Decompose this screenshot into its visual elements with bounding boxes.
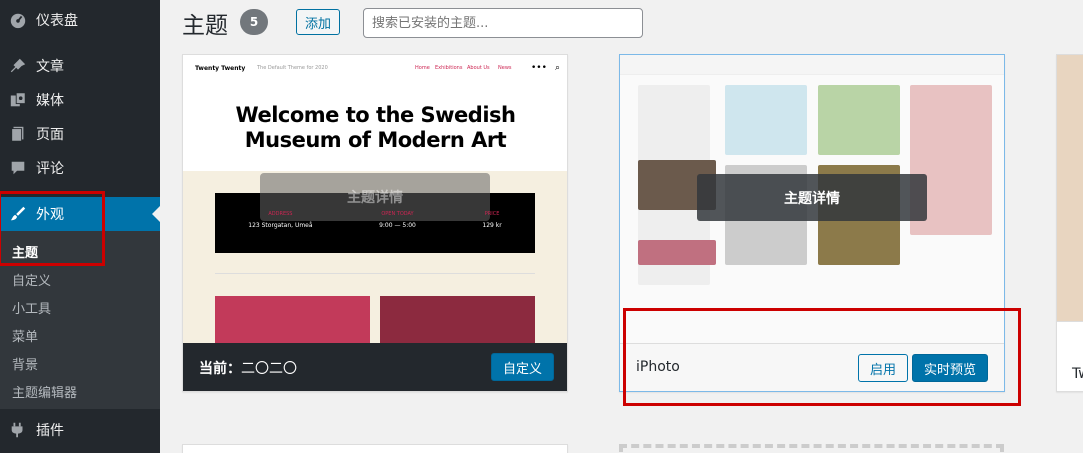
- active-arrow: [152, 206, 160, 222]
- comment-icon: [0, 159, 36, 177]
- search-themes-input[interactable]: [363, 8, 643, 38]
- submenu-item-customize[interactable]: 自定义: [12, 265, 51, 293]
- sidebar-item-label: 插件: [36, 423, 64, 439]
- pin-icon: [0, 57, 36, 75]
- plugin-icon: [0, 421, 36, 439]
- preview-col-label: PRICE: [484, 211, 500, 217]
- preview-image-2: [380, 296, 535, 343]
- preview-nav-home: Home: [415, 65, 430, 71]
- theme-card-partial[interactable]: Tw: [1056, 54, 1083, 392]
- menu-dots-icon: •••: [531, 63, 547, 73]
- media-icon: [0, 91, 36, 109]
- preview-hero: Welcome to the Swedish Museum of Modern …: [183, 103, 567, 153]
- theme-screenshot: 主题详情: [620, 55, 1004, 343]
- preview-nav-about: About Us: [467, 65, 490, 71]
- sidebar-item-pages[interactable]: 页面: [0, 117, 160, 151]
- sidebar-item-label: 仪表盘: [36, 13, 78, 29]
- preview-hero-line2: Museum of Modern Art: [244, 128, 507, 152]
- preview-col-value: 129 kr: [482, 222, 502, 229]
- preview-col-label: ADDRESS: [268, 211, 293, 217]
- preview-thumbnail: [725, 85, 807, 155]
- submenu-item-theme-editor[interactable]: 主题编辑器: [12, 377, 77, 405]
- sidebar-item-label: 文章: [36, 59, 64, 75]
- theme-name: Tw: [1072, 366, 1083, 382]
- highlight-box-iphoto-actions: [623, 308, 1021, 406]
- sidebar-item-dashboard[interactable]: 仪表盘: [0, 3, 160, 37]
- preview-thumbnail: [638, 240, 716, 265]
- submenu-item-menus[interactable]: 菜单: [12, 321, 38, 349]
- sidebar-item-plugins[interactable]: 插件: [0, 413, 160, 447]
- preview-header: Twenty Twenty The Default Theme for 2020…: [195, 63, 561, 79]
- submenu-item-background[interactable]: 背景: [12, 349, 38, 377]
- theme-screenshot: [1057, 55, 1083, 321]
- current-theme-name: 二〇二〇: [241, 361, 297, 377]
- preview-site-title: Twenty Twenty: [195, 65, 246, 72]
- add-theme-button[interactable]: 添加: [296, 9, 341, 35]
- theme-card-active[interactable]: Twenty Twenty The Default Theme for 2020…: [182, 54, 568, 392]
- sidebar-item-posts[interactable]: 文章: [0, 49, 160, 83]
- theme-card-next[interactable]: [182, 444, 568, 453]
- preview-tagline: The Default Theme for 2020: [257, 65, 328, 71]
- submenu-item-widgets[interactable]: 小工具: [12, 293, 51, 321]
- preview-nav-news: News: [498, 65, 512, 71]
- preview-image-1: [215, 296, 370, 343]
- sidebar-item-label: 页面: [36, 127, 64, 143]
- preview-thumbnail: [818, 85, 900, 155]
- preview-col-value: 123 Storgatan, Umeå: [248, 222, 313, 229]
- theme-name: 当前：二〇二〇: [199, 358, 297, 378]
- sidebar-item-label: 媒体: [36, 93, 64, 109]
- add-new-theme-card[interactable]: [619, 444, 1004, 453]
- page-title: 主题: [182, 13, 228, 39]
- theme-count-badge: 5: [240, 9, 268, 35]
- preview-col-value: 9:00 — 5:00: [379, 222, 416, 229]
- preview-topbar: [620, 55, 1004, 75]
- sidebar-item-comments[interactable]: 评论: [0, 151, 160, 185]
- current-prefix: 当前：: [199, 361, 241, 377]
- preview-nav-exhibitions: Exhibitions: [435, 65, 463, 71]
- dashboard-icon: [0, 11, 36, 29]
- theme-card-footer: Tw: [1057, 321, 1083, 391]
- preview-info-columns: ADDRESS 123 Storgatan, Umeå OPEN TODAY 9:0…: [215, 211, 535, 229]
- sidebar-item-media[interactable]: 媒体: [0, 83, 160, 117]
- theme-details-overlay[interactable]: 主题详情: [697, 174, 927, 221]
- page-icon: [0, 125, 36, 143]
- customize-button[interactable]: 自定义: [491, 353, 555, 381]
- preview-divider: [215, 273, 535, 274]
- sidebar-item-label: 评论: [36, 161, 64, 177]
- search-icon: ⌕: [555, 63, 561, 73]
- preview-hero-line1: Welcome to the Swedish: [235, 103, 516, 127]
- highlight-box-appearance: [0, 191, 105, 266]
- preview-col-label: OPEN TODAY: [381, 211, 414, 217]
- theme-card-footer: 当前：二〇二〇 自定义: [183, 343, 567, 391]
- theme-screenshot: Twenty Twenty The Default Theme for 2020…: [183, 55, 567, 343]
